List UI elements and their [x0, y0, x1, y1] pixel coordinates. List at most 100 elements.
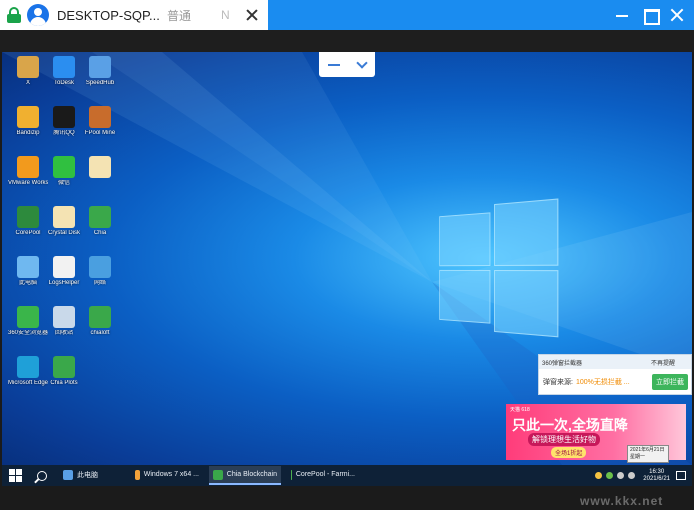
app-icon — [17, 156, 39, 178]
desktop-icon-label: Microsoft Edge — [8, 380, 48, 386]
app-icon — [53, 56, 75, 78]
desktop-icon-label: Crystal Disk — [47, 230, 80, 236]
desktop-icon-label: 360安全浏览器 — [8, 330, 48, 336]
desktop-icon-label: X — [25, 80, 30, 86]
close-tab-icon[interactable] — [243, 6, 261, 24]
tray-app-icon[interactable] — [595, 472, 603, 479]
ad-headline: 只此一次,全场直降 — [512, 417, 628, 433]
desktop-icon[interactable]: 此电脑 — [8, 256, 48, 287]
desktop-icon[interactable]: 回收站 — [44, 306, 84, 337]
desktop-icon[interactable]: Chia Plots — [44, 356, 84, 387]
desktop-icon-label: ToDesk — [53, 80, 74, 86]
tray-app-icon[interactable] — [606, 472, 614, 479]
popup-blocker-notification[interactable]: 360弹窗拦截器 不再提醒 弹窗来源: 100%无损拦截 ... 立即拦截 — [538, 354, 692, 395]
app-icon — [17, 106, 39, 128]
close-button[interactable] — [667, 5, 687, 25]
minimize-button[interactable] — [612, 5, 632, 25]
app-icon — [53, 256, 75, 278]
app-icon — [89, 306, 111, 328]
system-tray: 16:30 2021/6/21 — [595, 465, 692, 486]
desktop-icon[interactable]: SpeedHub — [80, 56, 120, 87]
app-icon — [53, 156, 75, 178]
desktop-icon-label: VMware Workstation — [8, 180, 48, 186]
popup-blocker-cta-button[interactable]: 立即拦截 — [652, 374, 688, 390]
taskbar-item[interactable]: Chia Blockchain — [209, 466, 281, 485]
session-mode-label: 普通 — [167, 8, 192, 23]
desktop-icon-label: 腾讯QQ — [53, 130, 75, 136]
app-icon — [53, 306, 75, 328]
desktop-icon-label: SpeedHub — [85, 80, 115, 86]
app-icon — [17, 206, 39, 228]
desktop-icon-label: Chia Plots — [50, 380, 78, 386]
app-icon — [63, 469, 73, 480]
desktop-icon[interactable]: Chia — [80, 206, 120, 237]
desktop-icon[interactable]: 360安全浏览器 — [8, 306, 48, 337]
desktop-icon[interactable]: VMware Workstation — [8, 156, 48, 187]
app-icon — [213, 469, 223, 480]
start-button[interactable] — [9, 468, 23, 483]
app-icon — [89, 156, 111, 178]
taskbar-item-label: CorePool - Farmi... — [295, 471, 355, 478]
remote-desktop-window: DESKTOP-SQP... 普通 N X ToDesk SpeedHub Bandi… — [0, 0, 694, 510]
taskbar-item-label: Windows 7 x64 ... — [143, 471, 199, 478]
clock-time: 16:30 — [649, 468, 665, 475]
taskbar-item[interactable]: Windows 7 x64 ... — [131, 466, 203, 485]
desktop-icon[interactable]: 微信 — [44, 156, 84, 187]
app-icon — [53, 106, 75, 128]
desktop-icon-label: 回收站 — [54, 330, 73, 336]
app-icon — [17, 306, 39, 328]
volume-icon[interactable] — [628, 472, 636, 479]
app-icon — [89, 56, 111, 78]
notification-center-icon[interactable] — [676, 471, 686, 480]
search-icon[interactable] — [37, 470, 47, 481]
desktop-icon-label: Chia — [93, 230, 107, 236]
session-tab-title: DESKTOP-SQP... — [57, 7, 160, 23]
desktop-icon[interactable]: Microsoft Edge — [8, 356, 48, 387]
taskbar-clock[interactable]: 16:30 2021/6/21 — [643, 469, 670, 483]
collapse-toolbar-icon[interactable] — [328, 63, 340, 66]
lock-icon — [6, 7, 22, 23]
session-tab[interactable]: DESKTOP-SQP... 普通 N — [0, 0, 268, 30]
desktop-icon[interactable]: 腾讯QQ — [44, 106, 84, 137]
desktop-icon-label: LogsHelper — [48, 280, 80, 286]
taskbar-items: 此电脑 Windows 7 x64 ... Chia Blockchain CoreP… — [53, 466, 359, 485]
network-icon[interactable] — [617, 472, 625, 479]
taskbar-item[interactable]: CorePool - Farmi... — [287, 466, 359, 485]
popup-blocker-value: 100%无损拦截 ... — [575, 379, 630, 386]
ad-pill[interactable]: 全场1折起 — [551, 447, 587, 458]
session-toolbar-strip — [0, 30, 694, 52]
taskbar: 此电脑 Windows 7 x64 ... Chia Blockchain CoreP… — [2, 465, 692, 486]
ad-badge: 天猫 618 — [510, 407, 530, 413]
desktop-icon[interactable]: X — [8, 56, 48, 87]
desktop-icon[interactable]: ToDesk — [44, 56, 84, 87]
maximize-button[interactable] — [640, 5, 660, 25]
user-avatar-icon — [27, 4, 49, 26]
app-icon — [17, 356, 39, 378]
ad-subheadline: 解锁理想生活好物 — [528, 433, 600, 446]
desktop-icon[interactable]: Bandizip — [8, 106, 48, 137]
app-icon — [135, 469, 140, 480]
desktop-icon-label: CorePool — [15, 230, 41, 236]
popup-blocker-label: 弹窗来源: — [543, 379, 573, 386]
popup-blocker-dismiss-link[interactable]: 不再提醒 — [651, 358, 675, 367]
app-icon — [291, 469, 292, 480]
taskbar-item[interactable]: 此电脑 — [59, 466, 125, 485]
desktop-icon[interactable]: 网络 — [80, 256, 120, 287]
app-icon — [89, 256, 111, 278]
app-icon — [89, 206, 111, 228]
desktop-icon[interactable] — [80, 156, 120, 180]
chevron-down-icon[interactable] — [356, 56, 368, 69]
desktop-icon[interactable]: CorePool — [8, 206, 48, 237]
clock-tooltip: 2021年6月21日 星期一 — [627, 445, 669, 463]
desktop-icon-label: FPool Mine — [84, 130, 116, 136]
desktop-icon[interactable]: Crystal Disk — [44, 206, 84, 237]
desktop-icon[interactable]: FPool Mine — [80, 106, 120, 137]
taskbar-item-label: 此电脑 — [77, 471, 98, 479]
tooltip-weekday: 星期一 — [630, 454, 646, 460]
desktop-icon[interactable]: chialoft — [80, 306, 120, 337]
taskbar-item-label: Chia Blockchain — [226, 471, 277, 478]
desktop-icon[interactable]: LogsHelper — [44, 256, 84, 287]
floating-session-toolbar[interactable] — [319, 52, 375, 77]
desktop-icon-label: 此电脑 — [18, 280, 37, 286]
app-icon — [53, 356, 75, 378]
